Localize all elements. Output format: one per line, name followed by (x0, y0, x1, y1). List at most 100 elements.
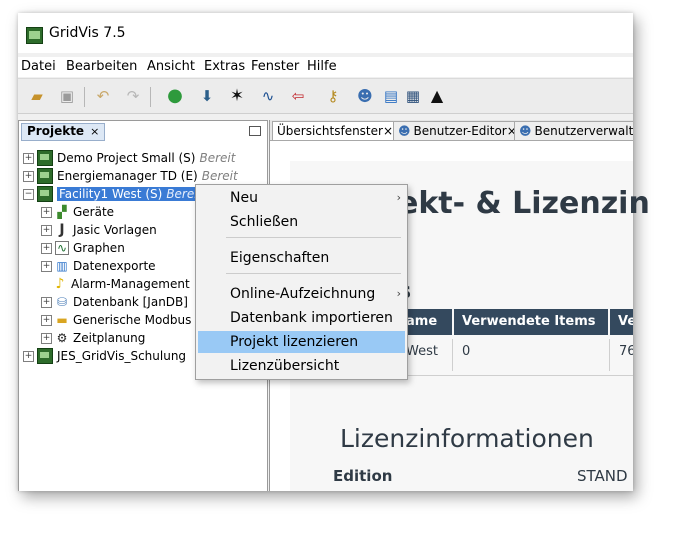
tab-projekte[interactable]: Projekte × (21, 123, 106, 141)
download-icon[interactable]: ⬇ (196, 85, 218, 107)
tree-item-label: Jasic Vorlagen (73, 223, 157, 237)
tab-label: Benutzer-Editor (413, 124, 507, 138)
page-title: ekt- & Lizenzin (398, 186, 650, 221)
menu-item-label: Projekt lizenzieren (230, 334, 359, 350)
close-icon[interactable]: × (90, 125, 99, 138)
dialog-icon[interactable]: ▤ (380, 85, 402, 107)
project-icon (37, 348, 53, 364)
tree-item-alarm-management[interactable]: ♪ Alarm-Management (53, 275, 190, 293)
table-header-version: Ve (610, 309, 633, 335)
tab-uebersichtsfenster[interactable]: Übersichtsfenster× (272, 121, 394, 140)
tree-item-label: Generische Modbus (73, 313, 192, 327)
minimize-icon[interactable] (249, 126, 261, 136)
expand-icon[interactable]: + (23, 152, 34, 164)
menu-datei[interactable]: Datei (21, 59, 56, 74)
expand-icon[interactable]: + (41, 260, 52, 272)
menu-item-label: Online-Aufzeichnung (230, 286, 376, 302)
menu-fenster[interactable]: Fenster (251, 59, 299, 74)
tree-item-facility1-west[interactable]: − Facility1 West (S) Bereit (23, 185, 205, 203)
tree-item-datenexporte[interactable]: + ▥ Datenexporte (41, 257, 156, 275)
menu-item-label: Schließen (230, 214, 299, 230)
import-icon[interactable]: ⇦ (287, 85, 309, 107)
tab-benutzerverwaltung[interactable]: ☻ Benutzerverwaltu (514, 121, 633, 140)
undo-icon[interactable]: ↶ (92, 85, 114, 107)
title-bar: GridVis 7.5 (18, 13, 633, 53)
menu-hilfe[interactable]: Hilfe (307, 59, 337, 74)
menu-item-lizenzuebersicht[interactable]: Lizenzübersicht (198, 355, 405, 377)
jasic-icon: J (59, 222, 65, 238)
table-cell: West (406, 344, 438, 359)
project-icon (37, 150, 53, 166)
tree-item-graphen[interactable]: + ∿ Graphen (41, 239, 125, 257)
users-icon: ☻ (398, 124, 411, 138)
tree-item-demo-project[interactable]: + Demo Project Small (S) Bereit (23, 149, 235, 167)
topology-icon[interactable]: ✶ (226, 85, 248, 107)
schedule-icon: ⚙ (56, 331, 68, 345)
tab-projekte-label: Projekte (27, 124, 85, 138)
tree-item-label: Alarm-Management (71, 277, 190, 291)
redo-icon[interactable]: ↷ (122, 85, 144, 107)
toolbar-separator (150, 87, 151, 107)
menu-item-datenbank-importieren[interactable]: Datenbank importieren (198, 307, 405, 329)
expand-icon[interactable]: + (41, 224, 52, 236)
menu-item-online-aufzeichnung[interactable]: Online-Aufzeichnung › (198, 283, 405, 305)
tree-item-geraete[interactable]: + ▞ Geräte (41, 203, 114, 221)
tree-item-generische-modbus[interactable]: + ▬ Generische Modbus (41, 311, 191, 329)
expand-icon[interactable]: + (23, 170, 34, 182)
menu-item-projekt-lizenzieren[interactable]: Projekt lizenzieren (198, 331, 405, 353)
table-header-name: ame (406, 309, 452, 335)
menu-bar: Datei Bearbeiten Ansicht Extras Fenster … (18, 57, 633, 77)
expand-icon[interactable]: + (41, 206, 52, 218)
tree-item-label: Energiemanager TD (E) (57, 169, 198, 183)
table-header-items: Verwendete Items (454, 309, 608, 335)
tab-label: Übersichtsfenster (277, 124, 383, 138)
selected-project-label: Facility1 West (S) Bereit (57, 187, 205, 201)
user-admin-icon: ☻ (519, 124, 532, 138)
expand-icon[interactable]: + (23, 350, 34, 362)
tab-benutzer-editor[interactable]: ☻Benutzer-Editor× (393, 121, 515, 140)
export-icon: ▥ (56, 259, 68, 273)
submenu-arrow-icon: › (396, 191, 401, 204)
menu-item-eigenschaften[interactable]: Eigenschaften (198, 247, 405, 269)
expand-icon[interactable]: + (41, 332, 52, 344)
edition-value: STAND (577, 467, 628, 485)
status-text: Bereit (199, 151, 236, 165)
menu-extras[interactable]: Extras (204, 59, 245, 74)
tree-item-jasic-vorlagen[interactable]: + J Jasic Vorlagen (41, 221, 157, 239)
main-toolbar: ▰ ▣ ↶ ↷ ● ⬇ ✶ ∿ ⇦ ⚷ ☻ ▤ ▦ ▲ (18, 78, 633, 114)
devices-icon: ▞ (57, 205, 67, 219)
tree-item-datenbank[interactable]: + ⛁ Datenbank [JanDB] (41, 293, 188, 311)
menu-ansicht[interactable]: Ansicht (147, 59, 195, 74)
project-icon (37, 186, 53, 202)
tree-item-energiemanager[interactable]: + Energiemanager TD (E) Bereit (23, 167, 238, 185)
project-icon (37, 168, 53, 184)
tree-item-zeitplanung[interactable]: + ⚙ Zeitplanung (41, 329, 145, 347)
expand-icon[interactable]: + (41, 296, 52, 308)
graduation-cap-icon[interactable]: ▲ (426, 85, 448, 107)
menu-item-schliessen[interactable]: Schließen (198, 211, 405, 233)
menu-bearbeiten[interactable]: Bearbeiten (66, 59, 137, 74)
close-icon[interactable]: × (383, 124, 393, 138)
tree-item-label: Datenexporte (73, 259, 156, 273)
alarm-icon: ♪ (55, 276, 65, 292)
menu-item-neu[interactable]: Neu › (198, 187, 405, 209)
tree-item-jes-gridvis-schulung[interactable]: + JES_GridVis_Schulung (23, 347, 186, 365)
window-title: GridVis 7.5 (49, 25, 126, 41)
submenu-arrow-icon: › (396, 287, 401, 300)
gridvis-app-icon (26, 27, 43, 44)
save-icon[interactable]: ▣ (56, 85, 78, 107)
collapse-icon[interactable]: − (23, 188, 34, 200)
users-icon[interactable]: ☻ (354, 85, 376, 107)
toolbar-separator (84, 87, 85, 107)
table-cell: 76 (619, 344, 633, 359)
key-icon[interactable]: ⚷ (322, 85, 344, 107)
tree-item-label: Zeitplanung (73, 331, 146, 345)
expand-icon[interactable]: + (41, 314, 52, 326)
open-project-icon[interactable]: ▰ (26, 85, 48, 107)
graph-icon[interactable]: ∿ (257, 85, 279, 107)
device-icon[interactable]: ▦ (402, 85, 424, 107)
sync-icon[interactable]: ● (164, 85, 186, 107)
tree-item-label: Demo Project Small (S) (57, 151, 196, 165)
expand-icon[interactable]: + (41, 242, 52, 254)
tree-item-label: Datenbank [JanDB] (73, 295, 188, 309)
